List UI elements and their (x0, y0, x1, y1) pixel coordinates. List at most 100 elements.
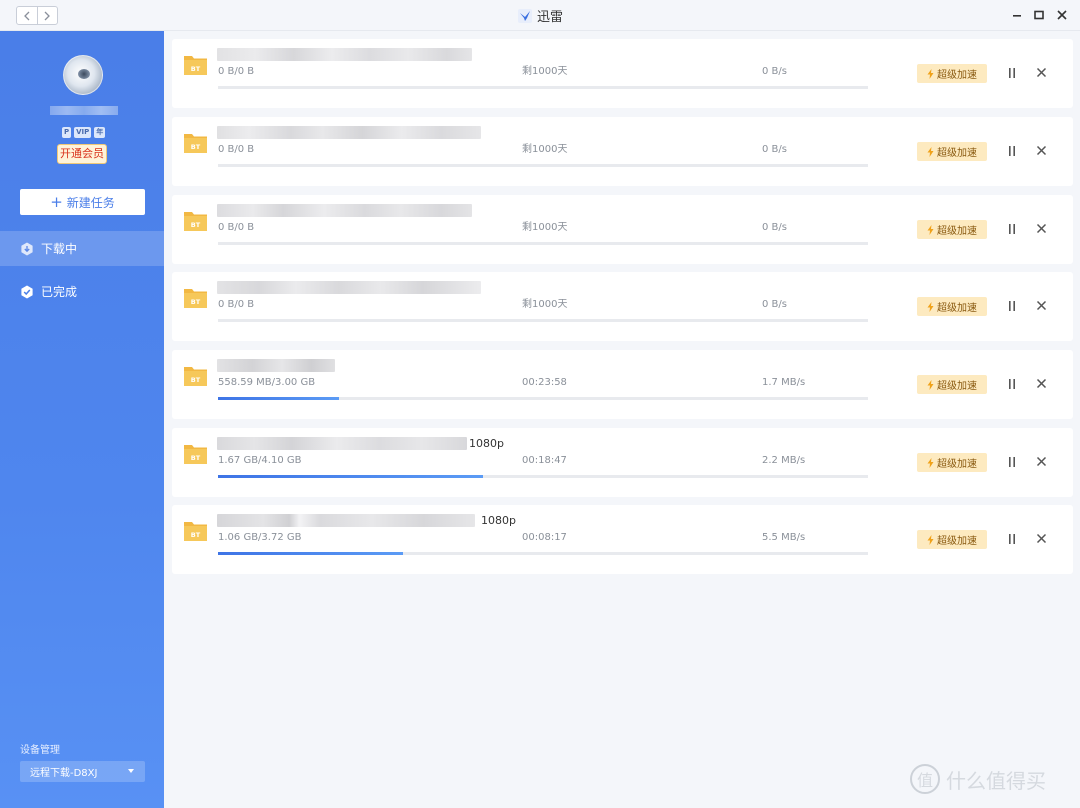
watermark-logo: 值 (910, 764, 940, 794)
task-row[interactable]: BT 0 B/0 B 剩1000天 0 B/s 超级加速 (172, 272, 1073, 341)
sidebar-item-label: 已完成 (41, 285, 78, 299)
chevron-right-icon (44, 11, 51, 20)
task-speed: 0 B/s (762, 66, 787, 77)
watermark-text: 什么值得买 (946, 768, 1046, 793)
lightning-icon (927, 534, 934, 545)
task-progress-bar (218, 552, 868, 555)
task-remaining-time: 剩1000天 (522, 222, 568, 233)
task-row[interactable]: BT 1080p 1.06 GB/3.72 GB 00:08:17 5.5 MB/s 超级… (172, 505, 1073, 574)
bt-folder-icon: BT (184, 289, 207, 308)
task-row[interactable]: BT 558.59 MB/3.00 GB 00:23:58 1.7 MB/s 超级加速 (172, 350, 1073, 419)
task-size: 0 B/0 B (218, 222, 255, 233)
delete-task-icon[interactable] (1036, 456, 1047, 467)
hexagon-download-icon (21, 242, 33, 255)
pause-icon[interactable] (1006, 377, 1018, 391)
sidebar-item-downloading[interactable]: 下载中 (0, 231, 164, 266)
task-progress-fill (218, 552, 403, 555)
back-button[interactable] (17, 7, 37, 24)
lightning-icon (927, 457, 934, 468)
pause-icon[interactable] (1006, 532, 1018, 546)
close-window-button[interactable] (1054, 7, 1070, 23)
task-row[interactable]: BT 1080p 1.67 GB/4.10 GB 00:18:47 2.2 MB/s 超级… (172, 428, 1073, 497)
delete-task-icon[interactable] (1036, 378, 1047, 389)
minimize-button[interactable] (1009, 7, 1025, 23)
task-progress-bar (218, 319, 868, 322)
lightning-icon (927, 301, 934, 312)
task-remaining-time: 00:18:47 (522, 455, 567, 466)
task-name-redacted (217, 204, 472, 217)
accelerate-label: 超级加速 (937, 70, 977, 81)
pause-icon[interactable] (1006, 66, 1018, 80)
pause-icon[interactable] (1006, 222, 1018, 236)
accelerate-label: 超级加速 (937, 381, 977, 392)
svg-text:BT: BT (191, 454, 201, 462)
minimize-icon (1013, 15, 1021, 17)
task-speed: 5.5 MB/s (762, 532, 806, 543)
device-section-label: 设备管理 (20, 745, 60, 756)
task-name-suffix: 1080p (469, 437, 504, 450)
accelerate-button[interactable]: 超级加速 (917, 220, 987, 239)
accelerate-label: 超级加速 (937, 226, 977, 237)
svg-text:BT: BT (191, 65, 201, 73)
member-badges: P VIP 年 (62, 127, 106, 138)
device-select[interactable]: 远程下载-D8XJ (20, 761, 145, 782)
task-row[interactable]: BT 0 B/0 B 剩1000天 0 B/s 超级加速 (172, 39, 1073, 108)
vip-badge: VIP (74, 127, 92, 138)
task-remaining-time: 剩1000天 (522, 299, 568, 310)
task-remaining-time: 00:23:58 (522, 377, 567, 388)
forward-button[interactable] (36, 7, 58, 24)
history-nav (16, 6, 58, 25)
task-name-redacted (217, 48, 472, 61)
delete-task-icon[interactable] (1036, 145, 1047, 156)
task-progress-bar (218, 164, 868, 167)
task-row[interactable]: BT 0 B/0 B 剩1000天 0 B/s 超级加速 (172, 117, 1073, 186)
thunder-bird-icon (518, 8, 532, 23)
task-remaining-time: 剩1000天 (522, 66, 568, 77)
lightning-icon (927, 379, 934, 390)
accelerate-button[interactable]: 超级加速 (917, 64, 987, 83)
task-speed: 2.2 MB/s (762, 455, 806, 466)
accelerate-button[interactable]: 超级加速 (917, 375, 987, 394)
task-size: 1.06 GB/3.72 GB (218, 532, 302, 543)
sidebar-item-label: 下载中 (41, 242, 78, 256)
avatar[interactable] (63, 55, 103, 95)
delete-task-icon[interactable] (1036, 533, 1047, 544)
task-size: 0 B/0 B (218, 144, 255, 155)
task-size: 1.67 GB/4.10 GB (218, 455, 302, 466)
level-badge: P (62, 127, 72, 138)
task-name-redacted (217, 281, 481, 294)
delete-task-icon[interactable] (1036, 300, 1047, 311)
open-vip-button[interactable]: 开通会员 (57, 144, 107, 164)
accelerate-label: 超级加速 (937, 536, 977, 547)
new-task-button[interactable]: + 新建任务 (20, 189, 145, 215)
delete-task-icon[interactable] (1036, 223, 1047, 234)
accelerate-button[interactable]: 超级加速 (917, 453, 987, 472)
svg-text:BT: BT (191, 376, 201, 384)
window-title: 迅雷 (537, 10, 564, 25)
accelerate-button[interactable]: 超级加速 (917, 297, 987, 316)
title-bar: 迅雷 (0, 0, 1080, 31)
device-select-value: 远程下载-D8XJ (30, 768, 98, 779)
maximize-button[interactable] (1031, 7, 1047, 23)
task-name-suffix: 1080p (481, 514, 516, 527)
accelerate-label: 超级加速 (937, 459, 977, 470)
chevron-left-icon (23, 11, 30, 20)
pause-icon[interactable] (1006, 299, 1018, 313)
maximize-icon (1034, 10, 1044, 20)
pause-icon[interactable] (1006, 144, 1018, 158)
accelerate-label: 超级加速 (937, 303, 977, 314)
svg-text:BT: BT (191, 143, 201, 151)
sidebar-item-completed[interactable]: 已完成 (0, 274, 164, 309)
hexagon-check-icon (21, 285, 33, 298)
task-row[interactable]: BT 0 B/0 B 剩1000天 0 B/s 超级加速 (172, 195, 1073, 264)
delete-task-icon[interactable] (1036, 67, 1047, 78)
username-redacted (50, 106, 118, 115)
task-speed: 1.7 MB/s (762, 377, 806, 388)
accelerate-button[interactable]: 超级加速 (917, 142, 987, 161)
task-progress-bar (218, 242, 868, 245)
accelerate-button[interactable]: 超级加速 (917, 530, 987, 549)
caret-down-icon (128, 769, 134, 773)
task-remaining-time: 剩1000天 (522, 144, 568, 155)
task-name-redacted (217, 359, 335, 372)
pause-icon[interactable] (1006, 455, 1018, 469)
